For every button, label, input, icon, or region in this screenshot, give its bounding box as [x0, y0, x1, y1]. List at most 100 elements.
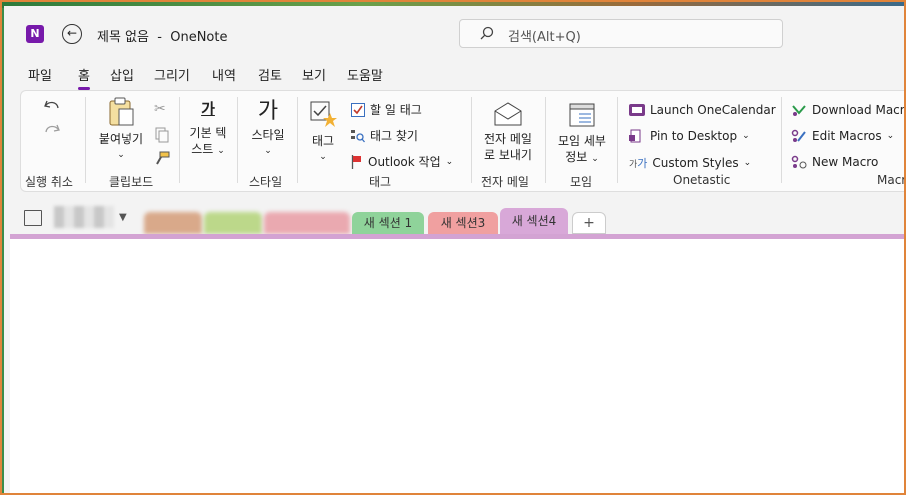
todo-tag-label: 할 일 태그: [370, 103, 422, 117]
notebook-icon[interactable]: [24, 210, 42, 226]
group-divider: [179, 97, 180, 183]
meeting-details-button[interactable]: 모임 세부 정보 ⌄: [551, 101, 613, 167]
outlook-task-button[interactable]: Outlook 작업 ⌄: [351, 153, 453, 170]
email-label-2: 로 보내기: [484, 148, 532, 162]
search-placeholder: 검색(Alt+Q): [508, 30, 581, 45]
meeting-label-1: 모임 세부: [558, 134, 606, 148]
chevron-down-icon: ⌄: [742, 131, 750, 141]
onenote-logo-icon: N: [26, 25, 44, 43]
section-tab-redacted[interactable]: [204, 212, 262, 234]
download-macros-button[interactable]: Download Macros: [791, 103, 906, 117]
group-divider: [471, 97, 472, 183]
macros-group-label: Macro: [877, 173, 906, 187]
redo-button[interactable]: [43, 123, 61, 142]
pin-to-desktop-label: Pin to Desktop: [650, 129, 738, 143]
scissors-icon: ✂: [154, 101, 166, 117]
find-tags-button[interactable]: 태그 찾기: [351, 127, 418, 144]
search-box[interactable]: 검색(Alt+Q): [459, 19, 783, 48]
pin-to-desktop-button[interactable]: Pin to Desktop ⌄: [629, 129, 750, 143]
edit-macros-button[interactable]: Edit Macros ⌄: [791, 129, 894, 143]
chevron-down-icon: ⌄: [217, 146, 225, 156]
clipboard-icon: [109, 97, 134, 126]
flag-icon: [351, 154, 361, 169]
download-macros-label: Download Macros: [812, 103, 906, 117]
todo-tag-button[interactable]: 할 일 태그: [351, 101, 422, 118]
tag-button[interactable]: 태그 ⌄: [303, 99, 343, 165]
styles-group-label: 스타일: [249, 175, 283, 189]
tab-home[interactable]: 홈: [78, 65, 90, 90]
tab-view[interactable]: 보기: [302, 65, 326, 84]
undo-icon: [44, 100, 59, 109]
basic-text-button[interactable]: 가 기본 텍 스트 ⌄: [183, 101, 233, 159]
ribbon: 실행 취소 붙여넣기 ⌄ ✂ 클립보드 가 기본 텍 스트 ⌄ 가 스타일 ⌄: [20, 90, 906, 192]
group-divider: [781, 97, 782, 183]
meeting-label-2: 정보: [565, 150, 588, 164]
chevron-down-icon: ⌄: [264, 146, 272, 156]
email-group-label: 전자 메일: [481, 175, 529, 189]
cut-button[interactable]: ✂: [154, 101, 166, 117]
chevron-down-icon: ⌄: [117, 150, 125, 160]
paste-label: 붙여넣기: [98, 132, 144, 146]
checkbox-icon: [351, 102, 365, 117]
undo-button[interactable]: [43, 99, 61, 118]
chevron-down-icon: ⌄: [886, 131, 895, 141]
calendar-icon: [569, 103, 595, 127]
menu-bar: 파일 홈 삽입 그리기 내역 검토 보기 도움말: [4, 62, 906, 90]
edit-macros-icon: [791, 129, 806, 142]
back-button[interactable]: ←: [62, 24, 82, 44]
new-macro-button[interactable]: New Macro: [791, 155, 878, 169]
meeting-group-label: 모임: [570, 175, 593, 189]
custom-styles-icon: 가가: [629, 157, 648, 170]
section-tab-4-active[interactable]: 새 섹션4: [500, 208, 568, 234]
title-separator: -: [157, 30, 162, 45]
group-divider: [545, 97, 546, 183]
find-tags-icon: [351, 129, 365, 142]
section-tab-redacted[interactable]: [144, 212, 202, 234]
group-divider: [85, 97, 86, 183]
launch-onecalendar-button[interactable]: Launch OneCalendar: [629, 103, 776, 117]
styles-button[interactable]: 가 스타일 ⌄: [243, 97, 293, 159]
onetastic-group-label: Onetastic: [673, 173, 731, 187]
section-tab-3[interactable]: 새 섹션3: [428, 212, 498, 234]
tab-file[interactable]: 파일: [28, 65, 52, 84]
app-name: OneNote: [170, 30, 228, 45]
arrow-left-icon: ←: [66, 26, 78, 40]
window-title: 제목 없음 - OneNote: [97, 26, 227, 45]
tab-history[interactable]: 내역: [212, 65, 236, 84]
document-title: 제목 없음: [97, 30, 149, 45]
page-canvas[interactable]: [10, 239, 906, 495]
style-glyph-icon: 가: [257, 99, 279, 124]
custom-styles-button[interactable]: 가가 Custom Styles ⌄: [629, 155, 751, 171]
section-tab-redacted[interactable]: [264, 212, 350, 234]
add-section-button[interactable]: +: [572, 212, 606, 234]
chevron-down-icon: ⌄: [743, 158, 752, 168]
paintbrush-icon: [156, 151, 170, 165]
paste-button[interactable]: 붙여넣기 ⌄: [91, 97, 151, 163]
onenote-window: N ← 제목 없음 - OneNote 검색(Alt+Q) 파일 홈 삽입 그리…: [4, 6, 906, 495]
tab-review[interactable]: 검토: [258, 65, 282, 84]
group-divider: [297, 97, 298, 183]
pin-icon: [629, 129, 641, 143]
search-icon: [480, 26, 494, 44]
undo-group-label: 실행 취소: [25, 175, 73, 189]
tab-draw[interactable]: 그리기: [154, 65, 190, 84]
chevron-down-icon: ⌄: [445, 156, 454, 167]
styles-label: 스타일: [251, 128, 285, 142]
tag-star-icon: [310, 101, 337, 127]
basic-text-label-2: 스트: [191, 142, 214, 156]
format-painter-button[interactable]: [154, 151, 170, 170]
group-divider: [237, 97, 238, 183]
copy-button[interactable]: [154, 127, 170, 146]
chevron-down-icon[interactable]: ▼: [119, 212, 127, 223]
text-format-icon: 가: [201, 100, 215, 118]
email-page-button[interactable]: 전자 메일 로 보내기: [477, 101, 539, 163]
section-tab-1[interactable]: 새 섹션 1: [352, 212, 424, 234]
title-bar: N ← 제목 없음 - OneNote 검색(Alt+Q): [4, 6, 906, 58]
chevron-down-icon: ⌄: [591, 154, 599, 164]
tab-insert[interactable]: 삽입: [110, 65, 134, 84]
tab-help[interactable]: 도움말: [347, 65, 383, 84]
redo-icon: [45, 124, 60, 133]
group-divider: [617, 97, 618, 183]
notebook-name-redacted[interactable]: [54, 206, 114, 228]
chevron-down-icon: ⌄: [319, 152, 327, 162]
